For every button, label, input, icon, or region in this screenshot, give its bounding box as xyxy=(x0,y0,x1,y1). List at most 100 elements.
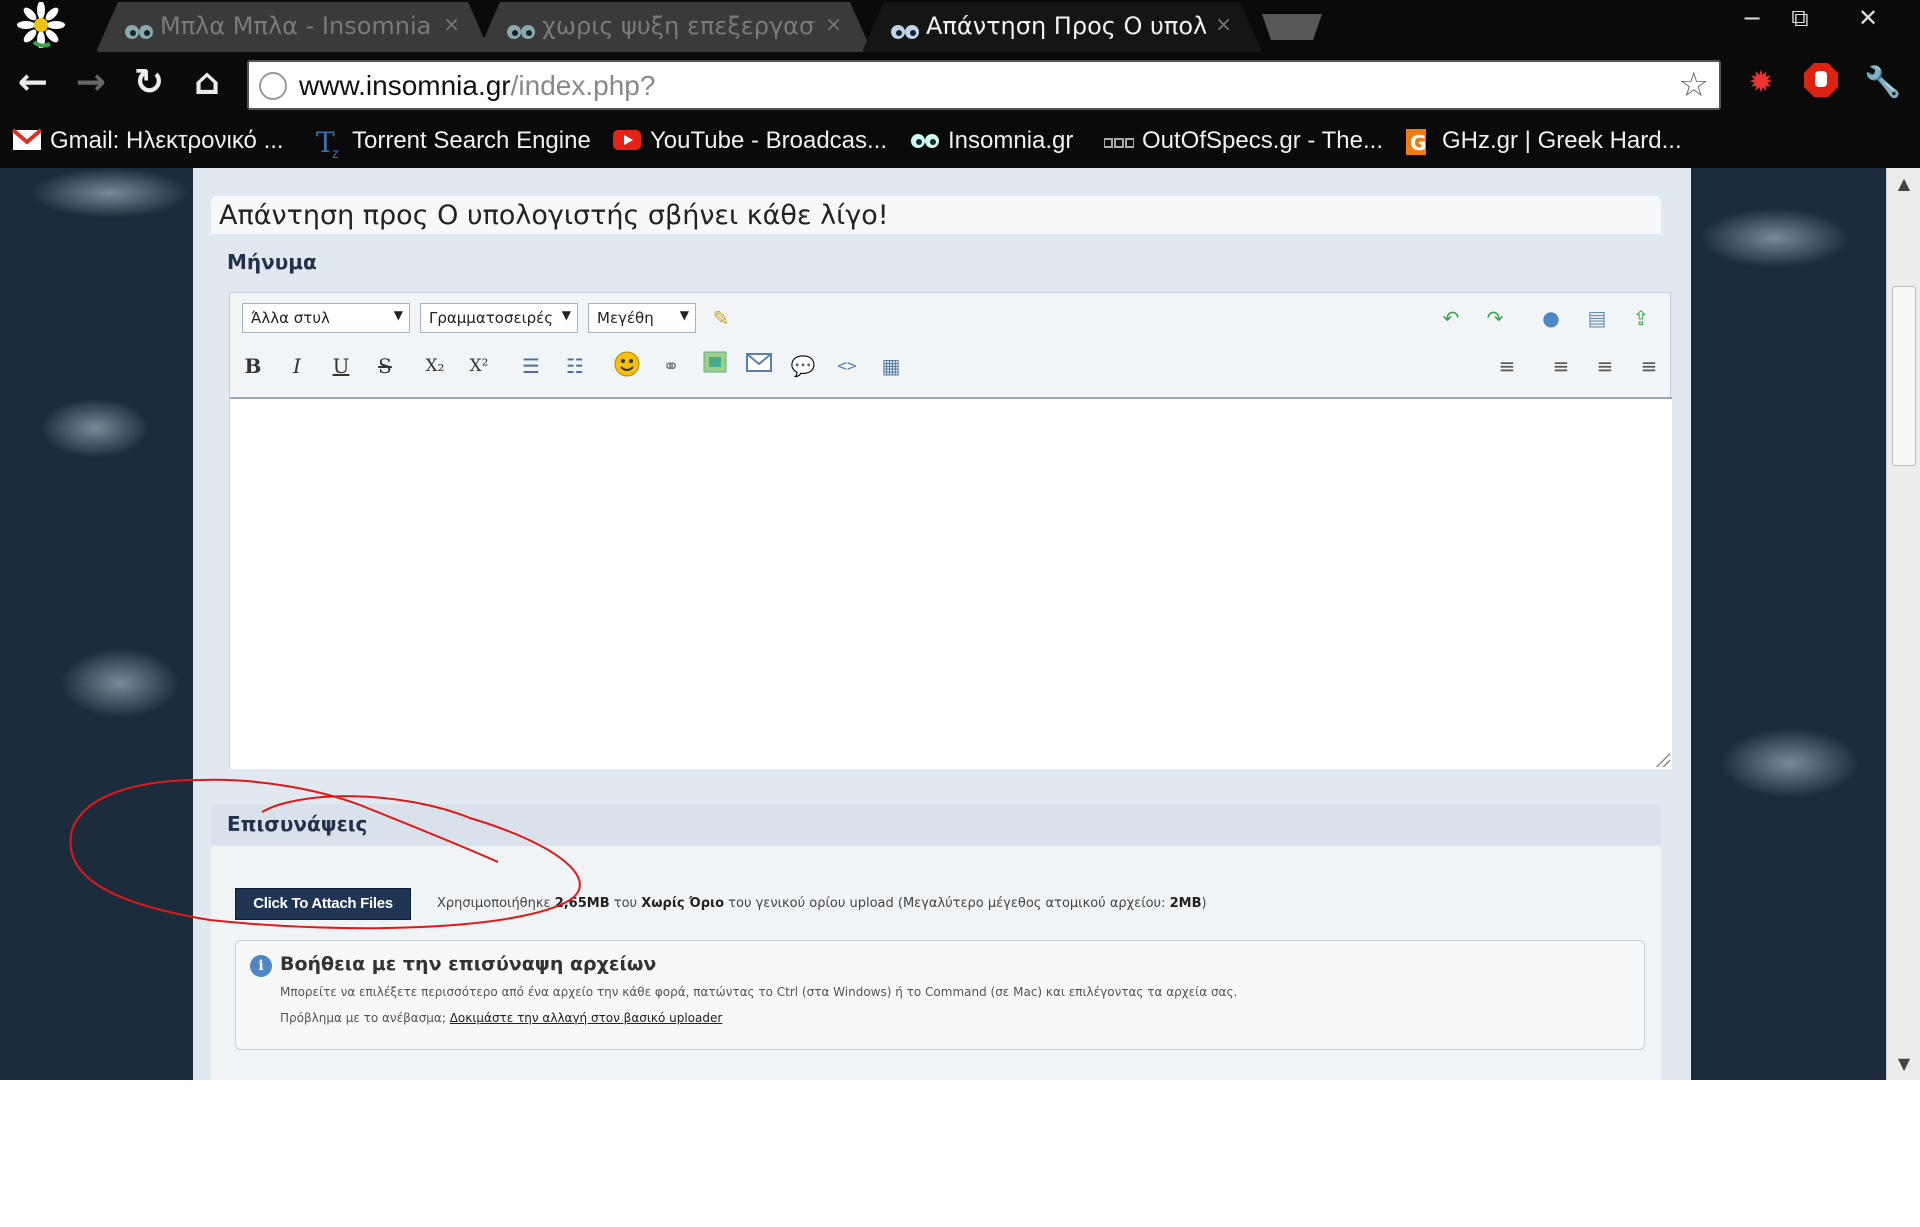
bookmark-ghz[interactable]: G GHz.gr | Greek Hard... xyxy=(1404,124,1682,158)
bookmark-insomnia[interactable]: Insomnia.gr xyxy=(910,124,1073,158)
dropdown-caret-icon: ▼ xyxy=(393,308,403,322)
tab-label: Απάντηση Προς Ο υπολο xyxy=(926,12,1206,40)
table-icon[interactable]: ▦ xyxy=(876,351,906,381)
gmail-icon xyxy=(11,128,43,154)
tab-insomnia-bla[interactable]: Μπλα Μπλα - Insomnia.gr × xyxy=(96,2,490,52)
quote-icon[interactable]: 💬 xyxy=(788,351,818,381)
upload-quota-text: Χρησιμοποιήθηκε 2,65MB του Χωρίς Όριο το… xyxy=(437,896,1207,911)
tab-close-icon[interactable]: × xyxy=(825,12,842,36)
cloud-decoration xyxy=(40,398,150,458)
bookmark-outofspecs[interactable]: OutOfSpecs.gr - The... xyxy=(1103,124,1383,158)
insomnia-icon xyxy=(910,128,940,154)
reply-form: Απάντηση προς Ο υπολογιστής σβήνει κάθε … xyxy=(193,168,1691,1080)
tab-label: Μπλα Μπλα - Insomnia.gr xyxy=(160,12,434,40)
help-icon[interactable]: ● xyxy=(1536,303,1566,333)
scroll-up-icon[interactable]: ▲ xyxy=(1887,174,1920,193)
email-icon[interactable] xyxy=(744,351,774,381)
reload-button[interactable]: ↻ xyxy=(128,62,170,104)
scroll-down-icon[interactable]: ▼ xyxy=(1887,1054,1920,1073)
message-editor: Άλλα στυλ ▼ Γραμματοσειρές ▼ Μεγέθη ▼ ✎ ↶ ↷… xyxy=(229,292,1672,769)
insomnia-eyes-icon xyxy=(124,18,154,46)
indent-icon[interactable]: ≡ xyxy=(1492,351,1522,381)
new-tab-button[interactable] xyxy=(1262,14,1322,40)
bug-extension-icon[interactable]: ✹ xyxy=(1740,62,1782,104)
bookmark-label: Torrent Search Engine xyxy=(352,127,591,154)
image-icon[interactable] xyxy=(700,351,730,381)
style-select-value: Άλλα στυλ xyxy=(251,309,330,327)
cloud-decoration xyxy=(30,168,190,218)
back-button[interactable]: ← xyxy=(12,62,54,104)
attach-files-button[interactable]: Click To Attach Files xyxy=(235,888,411,920)
style-select[interactable]: Άλλα στυλ ▼ xyxy=(242,303,410,333)
address-bar[interactable]: www.insomnia.gr/index.php? ☆ xyxy=(247,60,1721,110)
superscript-button[interactable]: X² xyxy=(464,351,494,381)
torrentz-icon: Tz xyxy=(314,126,344,161)
underline-button[interactable]: U xyxy=(326,351,356,381)
align-center-icon[interactable]: ≡ xyxy=(1590,351,1620,381)
attach-help-box: i Βοήθεια με την επισύναψη αρχείων Μπορε… xyxy=(235,940,1645,1050)
url-text: www.insomnia.gr/index.php? xyxy=(299,70,656,101)
size-select[interactable]: Μεγέθη ▼ xyxy=(588,303,696,333)
help-text: Μπορείτε να επιλέξετε περισσότερο από έν… xyxy=(280,985,1238,999)
globe-icon xyxy=(259,72,287,100)
italic-button[interactable]: I xyxy=(282,351,312,381)
forward-button[interactable]: → xyxy=(70,62,112,104)
bookmark-youtube[interactable]: YouTube - Broadcas... xyxy=(612,124,887,158)
dropdown-caret-icon: ▼ xyxy=(679,308,689,322)
bookmark-label: OutOfSpecs.gr - The... xyxy=(1142,127,1383,154)
subscript-button[interactable]: X₂ xyxy=(420,351,450,381)
close-window-button[interactable]: ✕ xyxy=(1846,4,1890,34)
strike-button[interactable]: S xyxy=(370,351,400,381)
tab-close-icon[interactable]: × xyxy=(443,12,460,36)
code-icon[interactable]: <> xyxy=(832,351,862,381)
bookmarks-bar: Gmail: Ηλεκτρονικό ... Tz Torrent Search… xyxy=(0,114,1920,168)
restore-button[interactable]: ⧉ xyxy=(1778,4,1822,34)
numbered-list-icon[interactable]: ☷ xyxy=(560,351,590,381)
adblock-icon[interactable] xyxy=(1800,62,1842,104)
minimize-button[interactable]: − xyxy=(1730,4,1774,34)
redo-icon[interactable]: ↷ xyxy=(1480,303,1510,333)
ghz-icon: G xyxy=(1404,128,1434,155)
tab-close-icon[interactable]: × xyxy=(1215,12,1232,36)
help-text-uploader: Πρόβλημα με το ανέβασμα; Δοκιμάστε την α… xyxy=(280,1011,723,1025)
basic-uploader-link[interactable]: Δοκιμάστε την αλλαγή στον βασικό uploade… xyxy=(450,1011,723,1025)
remove-format-icon[interactable]: ✎ xyxy=(706,303,736,333)
cloud-decoration xyxy=(60,648,180,718)
message-label: Μήνυμα xyxy=(227,250,317,274)
smiley-icon[interactable] xyxy=(612,351,642,381)
bookmark-star-icon[interactable]: ☆ xyxy=(1679,65,1709,105)
link-icon[interactable]: ⚭ xyxy=(656,351,686,381)
font-select[interactable]: Γραμματοσειρές ▼ xyxy=(420,303,578,333)
attachments-header xyxy=(211,804,1661,846)
scrollbar-thumb[interactable] xyxy=(1892,286,1916,466)
daisy-logo-icon xyxy=(14,1,72,49)
tab-reply-active[interactable]: Απάντηση Προς Ο υπολο × xyxy=(862,2,1262,52)
message-textarea[interactable] xyxy=(230,397,1672,769)
restore-draft-icon[interactable]: ⇪ xyxy=(1626,303,1656,333)
browser-toolbar: ← → ↻ ⌂ www.insomnia.gr/index.php? ☆ ✹ 🔧 xyxy=(0,54,1920,114)
undo-icon[interactable]: ↶ xyxy=(1436,303,1466,333)
align-left-icon[interactable]: ≡ xyxy=(1546,351,1576,381)
page-scrollbar[interactable]: ▲ ▼ xyxy=(1886,168,1920,1080)
outofspecs-icon xyxy=(1103,128,1135,154)
bookmark-label: Insomnia.gr xyxy=(948,127,1074,154)
screen: Μπλα Μπλα - Insomnia.gr × χωρις ψυξη επε… xyxy=(0,0,1920,1080)
bookmark-gmail[interactable]: Gmail: Ηλεκτρονικό ... xyxy=(11,124,284,158)
svg-text:G: G xyxy=(1410,131,1426,155)
insomnia-eyes-icon xyxy=(506,18,536,46)
tab-cpu-cooling[interactable]: χωρις ψυξη επεξεργαστη × xyxy=(478,2,872,52)
save-draft-icon[interactable]: ▤ xyxy=(1582,303,1612,333)
bookmark-label: GHz.gr | Greek Hard... xyxy=(1442,127,1682,154)
resize-grip-icon[interactable] xyxy=(1654,751,1670,767)
youtube-icon xyxy=(612,128,642,154)
svg-text:z: z xyxy=(332,145,339,158)
bookmark-torrentz[interactable]: Tz Torrent Search Engine xyxy=(314,124,591,161)
bullet-list-icon[interactable]: ☰ xyxy=(516,351,546,381)
bookmark-label: YouTube - Broadcas... xyxy=(650,127,888,154)
bold-button[interactable]: B xyxy=(238,351,268,381)
align-right-icon[interactable]: ≡ xyxy=(1634,351,1664,381)
wrench-icon[interactable]: 🔧 xyxy=(1862,62,1904,104)
home-button[interactable]: ⌂ xyxy=(186,62,228,104)
insomnia-eyes-icon xyxy=(890,18,920,46)
tab-label: χωρις ψυξη επεξεργαστη xyxy=(542,12,816,40)
